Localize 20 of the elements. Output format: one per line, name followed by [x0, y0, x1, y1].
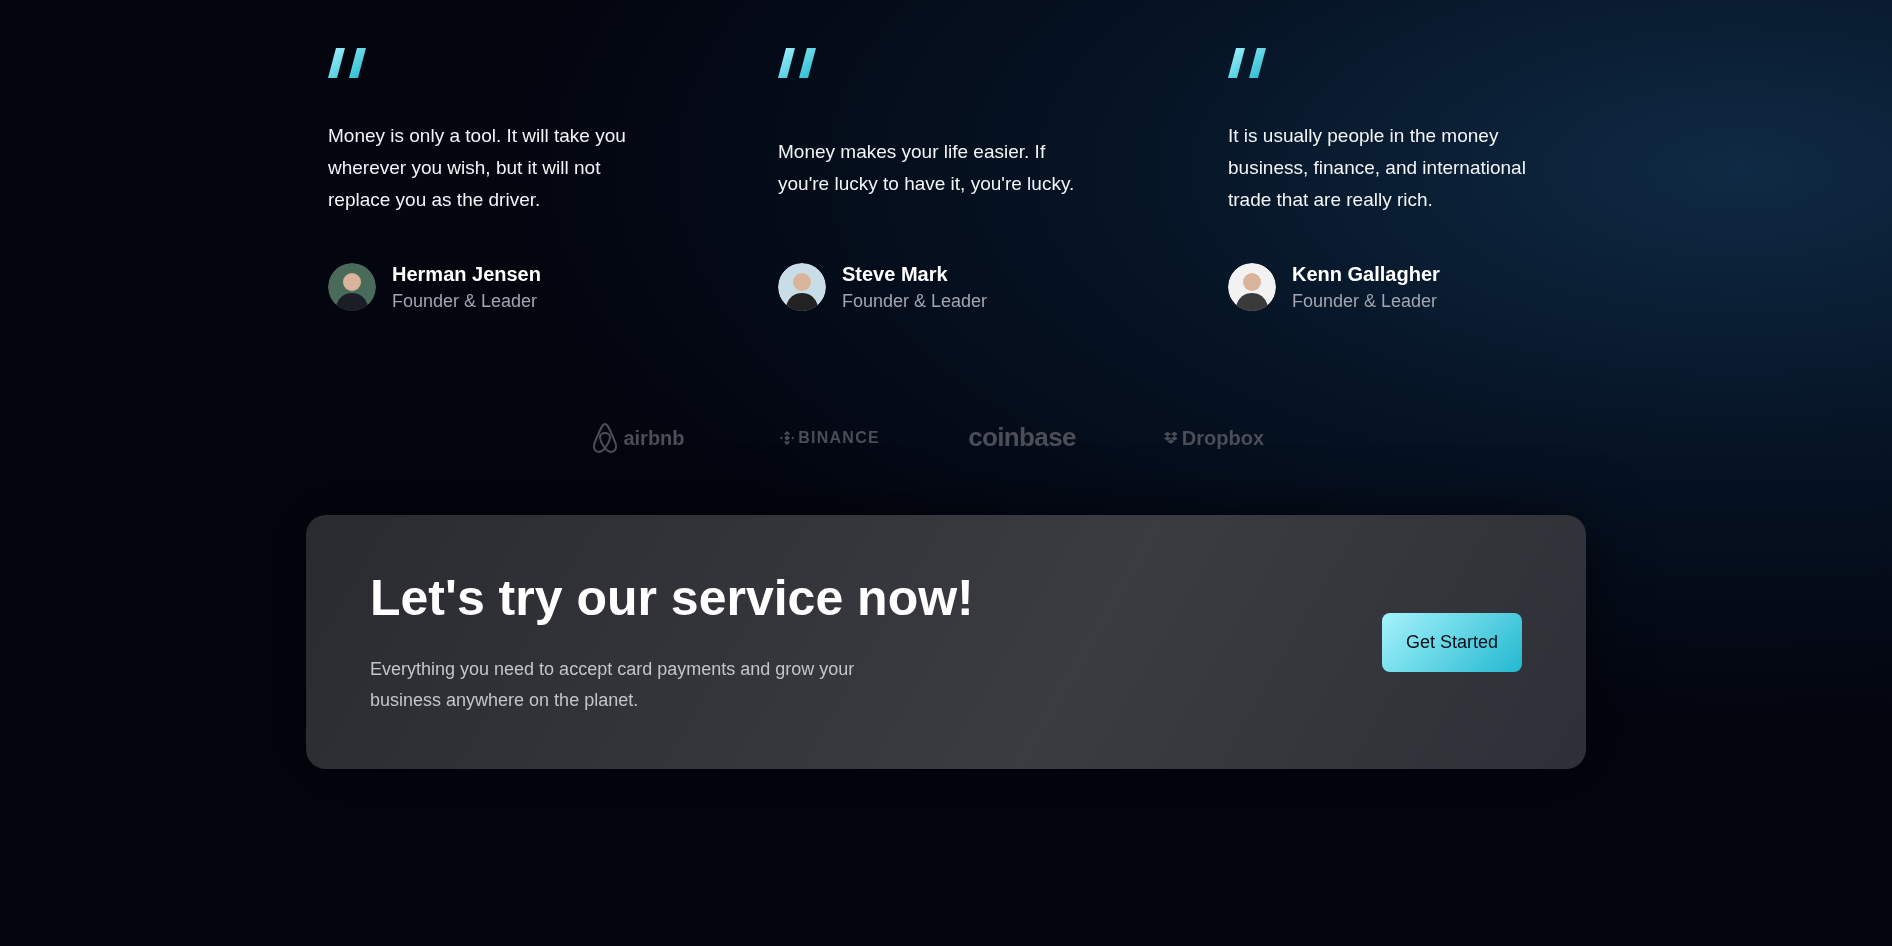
- author-role: Founder & Leader: [842, 290, 988, 313]
- author-name: Herman Jensen: [392, 262, 541, 287]
- avatar: [1228, 263, 1276, 311]
- quote-text: Money makes your life easier. If you're lucky to have it, you're lucky.: [778, 140, 1076, 196]
- partner-logo: coinbase: [968, 421, 1076, 454]
- avatar: [778, 263, 826, 311]
- cta-title: Let's try our service now!: [370, 569, 974, 628]
- get-started-button[interactable]: Get Started: [1381, 612, 1522, 672]
- author-role: Founder & Leader: [392, 290, 539, 313]
- cta-text: Everything you need to accept card payments and grow your business anywhere on the planet.: [370, 658, 856, 712]
- loop-icon: [591, 421, 620, 454]
- avatar: [328, 263, 376, 311]
- partner-logo: airbnb: [623, 425, 685, 451]
- quote-text: It is usually people in the money business, finance, and international trade that are really rich.: [1228, 124, 1527, 212]
- author-name: Steve Mark: [842, 262, 949, 287]
- author-role: Founder & Leader: [1292, 290, 1439, 313]
- partner-logo: Dropbox: [1181, 425, 1264, 451]
- partner-logo: BINANCE: [798, 427, 880, 448]
- author-name: Kenn Gallagher: [1292, 262, 1440, 287]
- quote-text: Money is only a tool. It will take you wherever you wish, but it will not replace you as the driver.: [328, 124, 627, 212]
